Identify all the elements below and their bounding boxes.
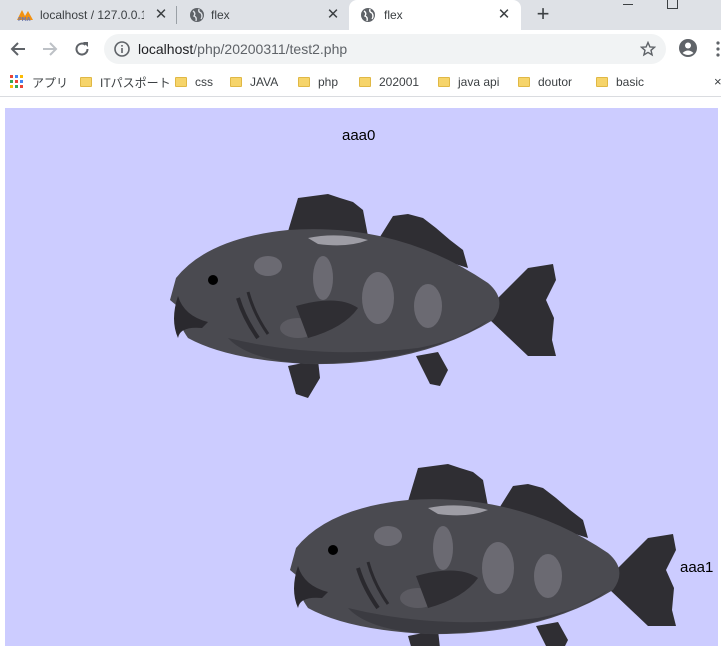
bookmark-folder[interactable]: JAVA [230, 74, 278, 90]
reload-button[interactable] [70, 37, 94, 61]
more-vert-icon [716, 41, 720, 57]
bookmarks-bar: アプリ ITパスポート css JAVA php 202001 java api… [0, 68, 721, 97]
url-text: localhost/php/20200311/test2.php [138, 41, 347, 57]
bookmark-label: java api [458, 75, 500, 89]
folder-icon [596, 77, 608, 87]
forward-button[interactable] [38, 37, 62, 61]
forward-arrow-icon [43, 42, 58, 56]
globe-icon [190, 8, 204, 22]
fish-illustration [170, 194, 556, 398]
bookmark-folder[interactable]: java api [438, 74, 499, 90]
back-button[interactable] [6, 37, 30, 61]
folder-icon [438, 77, 450, 87]
bookmark-apps[interactable]: アプリ [10, 74, 68, 90]
bookmark-label: doutor [538, 75, 573, 89]
bookmark-label: 202001 [379, 75, 420, 89]
bookmark-folder[interactable]: basic [596, 74, 644, 90]
bookmark-label: css [195, 75, 213, 89]
tab-strip: PMA localhost / 127.0.0.1 ✕ flex ✕ flex … [0, 0, 721, 30]
url-host: localhost [138, 41, 194, 57]
item-label: aaa0 [342, 127, 376, 144]
tab-title: flex [384, 8, 403, 22]
bookmark-label: ITパスポート [100, 75, 171, 90]
item-label: aaa1 [680, 559, 714, 576]
bookmark-label: basic [616, 75, 645, 89]
folder-icon [518, 77, 530, 87]
tab-flex[interactable]: flex ✕ [177, 0, 349, 30]
bookmarks-overflow-button[interactable]: × [714, 73, 721, 89]
star-icon[interactable] [640, 41, 656, 57]
folder-icon [80, 77, 92, 87]
tab-flex-active[interactable]: flex ✕ [349, 0, 521, 30]
tab-title: localhost / 127.0.0.1 [40, 8, 144, 22]
bookmark-label: JAVA [250, 75, 279, 89]
menu-button[interactable] [716, 40, 720, 58]
close-icon[interactable]: ✕ [325, 7, 341, 23]
tab-title: flex [211, 8, 230, 22]
fish-illustration [290, 464, 676, 646]
reload-icon [75, 42, 89, 56]
url-path: /php/20200311/test2.php [193, 41, 348, 57]
bookmark-label: php [318, 75, 339, 89]
bookmark-folder[interactable]: css [175, 74, 213, 90]
close-icon[interactable]: ✕ [496, 7, 512, 23]
globe-icon [361, 8, 375, 22]
page-content: aaa0 aaa1 [5, 108, 718, 646]
minimize-icon[interactable] [623, 0, 633, 10]
bookmark-label: アプリ [32, 75, 69, 90]
bookmark-folder[interactable]: php [298, 74, 338, 90]
svg-text:PMA: PMA [18, 17, 31, 22]
browser-toolbar: localhost/php/20200311/test2.php [0, 30, 721, 68]
bookmark-folder[interactable]: 202001 [359, 74, 419, 90]
info-icon [114, 41, 130, 57]
close-icon[interactable]: ✕ [153, 7, 169, 23]
folder-icon [230, 77, 242, 87]
back-arrow-icon [10, 42, 25, 56]
tab-phpmyadmin[interactable]: PMA localhost / 127.0.0.1 ✕ [0, 0, 176, 30]
folder-icon [175, 77, 187, 87]
apps-grid-icon [10, 75, 23, 88]
bookmark-folder[interactable]: doutor [518, 74, 572, 90]
profile-avatar-button[interactable] [678, 38, 698, 58]
new-tab-button[interactable]: + [532, 3, 554, 25]
folder-icon [359, 77, 371, 87]
phpmyadmin-icon: PMA [17, 10, 33, 22]
maximize-icon[interactable] [667, 0, 678, 9]
account-icon [679, 39, 697, 57]
bookmark-folder[interactable]: ITパスポート [80, 74, 171, 90]
folder-icon [298, 77, 310, 87]
address-bar[interactable]: localhost/php/20200311/test2.php [104, 34, 666, 64]
